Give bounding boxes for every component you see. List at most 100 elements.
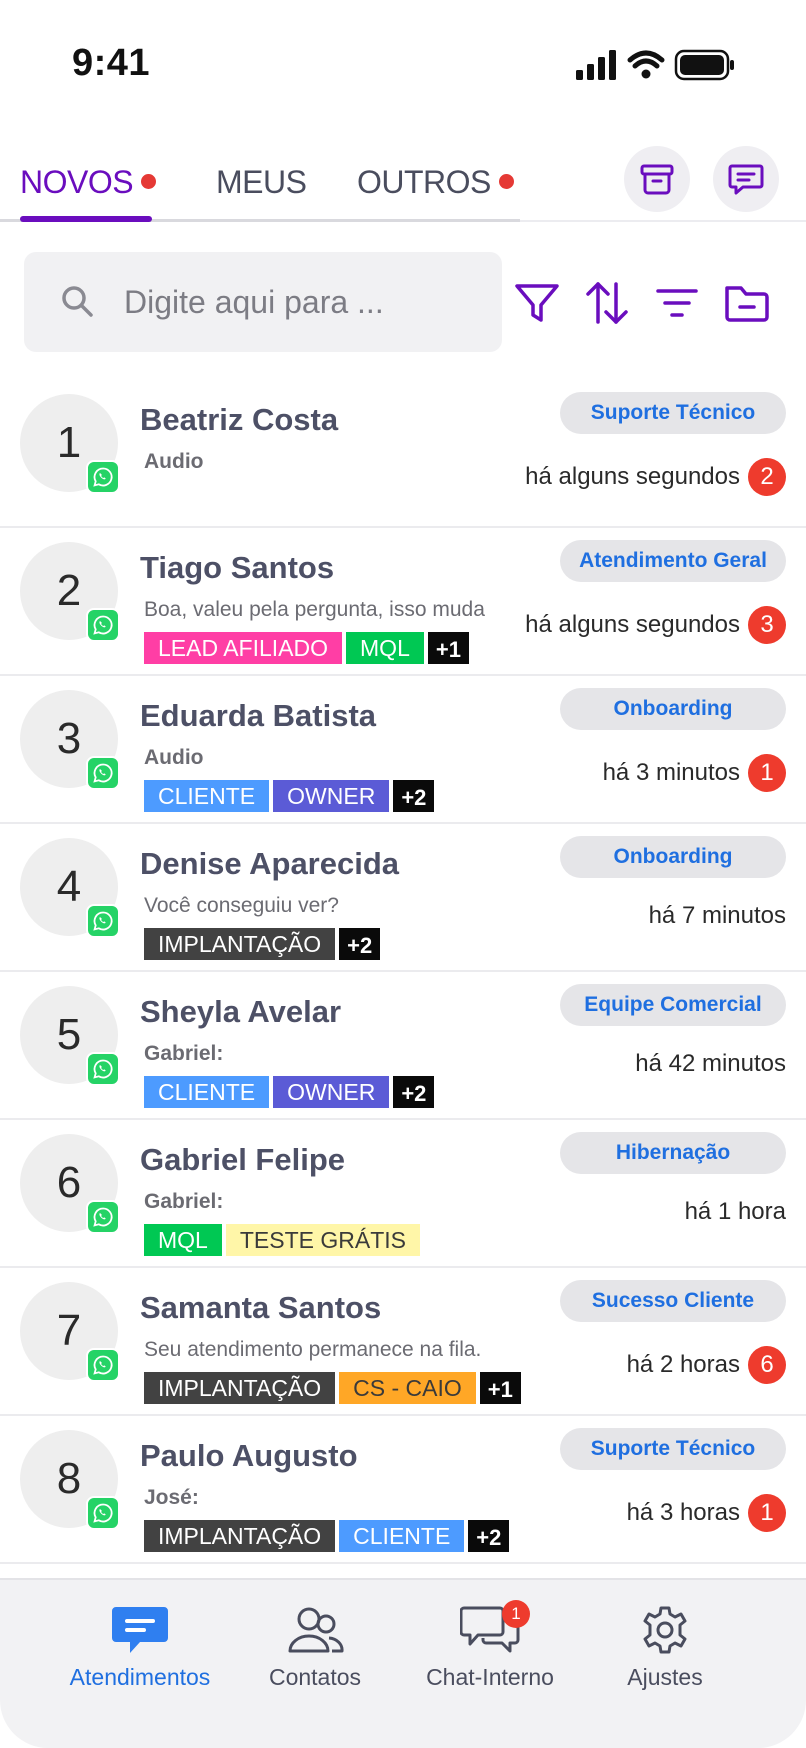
- whatsapp-icon: [93, 763, 113, 783]
- tab-novos-dot: [141, 174, 157, 190]
- conversation-list: 1 Beatriz Costa Audio Suporte Técnico há alg…: [0, 380, 806, 1564]
- nav-atendimentos[interactable]: Atendimentos: [50, 1580, 230, 1710]
- whatsapp-icon: [93, 1059, 113, 1079]
- time-info: há 3 minutos 1: [603, 754, 786, 792]
- message-preview: Gabriel:: [144, 1042, 224, 1065]
- queue-badge: Hibernação: [560, 1132, 786, 1174]
- last-message-time: há alguns segundos: [525, 611, 740, 638]
- nav-ajustes[interactable]: Ajustes: [575, 1580, 755, 1710]
- message-preview: Audio: [144, 450, 204, 473]
- status-indicators-icon: [576, 49, 734, 81]
- contact-tag: IMPLANTAÇÃO: [144, 1520, 336, 1552]
- list-filter-icon[interactable]: [652, 278, 702, 328]
- contacts-icon: [288, 1607, 344, 1653]
- conversation-row[interactable]: 2 Tiago Santos Boa, valeu pela pergunta, i…: [0, 528, 806, 676]
- filter-icon[interactable]: [512, 278, 562, 328]
- search-input[interactable]: [124, 274, 484, 330]
- tag-list: LEAD AFILIADO MQL +1: [144, 632, 469, 666]
- contact-name: Denise Aparecida: [140, 846, 400, 881]
- time-info: há 1 hora: [685, 1198, 786, 1226]
- conversation-row[interactable]: 8 Paulo Augusto José: IMPLANTAÇÃO CLIENTE +2 S…: [0, 1416, 806, 1564]
- last-message-time: há 3 horas: [626, 1499, 740, 1526]
- contact-tag: OWNER: [273, 1076, 390, 1108]
- whatsapp-channel-badge: [86, 1348, 120, 1382]
- contact-name: Samanta Santos: [140, 1290, 382, 1325]
- whatsapp-channel-badge: [86, 756, 120, 790]
- message-preview: Gabriel:: [144, 1190, 224, 1213]
- nav-chat-interno[interactable]: 1 Chat-Interno: [400, 1580, 580, 1710]
- tab-outros[interactable]: OUTROS: [357, 164, 514, 201]
- contact-name: Eduarda Batista: [140, 698, 377, 733]
- nav-ajustes-label: Ajustes: [627, 1664, 703, 1690]
- status-time: 9:41: [72, 42, 151, 84]
- time-info: há alguns segundos 3: [525, 606, 786, 644]
- whatsapp-icon: [93, 1503, 113, 1523]
- messages-button[interactable]: [713, 146, 779, 212]
- archive-button[interactable]: [624, 146, 690, 212]
- time-info: há 3 horas 1: [627, 1494, 786, 1532]
- contact-name: Gabriel Felipe: [140, 1142, 346, 1177]
- conversation-row[interactable]: 1 Beatriz Costa Audio Suporte Técnico há alg…: [0, 380, 806, 528]
- archive-icon: [640, 164, 674, 195]
- header-divider: [520, 220, 806, 222]
- last-message-time: há 2 horas: [626, 1351, 740, 1378]
- whatsapp-icon: [93, 1355, 113, 1375]
- conversation-row[interactable]: 5 Sheyla Avelar Gabriel: CLIENTE OWNER +2 Equi…: [0, 972, 806, 1120]
- time-info: há alguns segundos 2: [525, 458, 786, 496]
- queue-badge: Suporte Técnico: [560, 392, 786, 434]
- contact-tag: MQL: [346, 632, 424, 664]
- whatsapp-channel-badge: [86, 1200, 120, 1234]
- unread-count-badge: 6: [748, 1346, 786, 1384]
- nav-contatos[interactable]: Contatos: [225, 1580, 405, 1710]
- time-info: há 42 minutos: [635, 1050, 786, 1078]
- queue-badge: Onboarding: [560, 836, 786, 878]
- tag-list: MQL TESTE GRÁTIS: [144, 1224, 420, 1258]
- conversation-row[interactable]: 7 Samanta Santos Seu atendimento permanece…: [0, 1268, 806, 1416]
- conversation-row[interactable]: 6 Gabriel Felipe Gabriel: MQL TESTE GRÁTIS Hi…: [0, 1120, 806, 1268]
- search-box: [24, 252, 502, 352]
- tag-list: CLIENTE OWNER +2: [144, 780, 435, 814]
- tab-meus[interactable]: MEUS: [216, 164, 307, 201]
- queue-badge: Atendimento Geral: [560, 540, 786, 582]
- avatar: 3: [20, 690, 120, 790]
- more-tags-badge: +2: [468, 1520, 510, 1552]
- whatsapp-icon: [93, 467, 113, 487]
- sort-icon[interactable]: [582, 278, 632, 328]
- avatar: 6: [20, 1134, 120, 1234]
- bottom-navigation: Atendimentos Contatos 1 Chat-Interno Aju…: [0, 1578, 806, 1748]
- contact-tag: MQL: [144, 1224, 222, 1256]
- more-tags-badge: +1: [427, 632, 469, 664]
- more-tags-badge: +2: [393, 780, 435, 812]
- tag-list: IMPLANTAÇÃO +2: [144, 928, 381, 962]
- status-bar: 9:41: [0, 0, 806, 130]
- contact-tag: LEAD AFILIADO: [144, 632, 343, 664]
- unread-count-badge: 1: [748, 754, 786, 792]
- contact-tag: CLIENTE: [144, 1076, 270, 1108]
- queue-badge: Sucesso Cliente: [560, 1280, 786, 1322]
- tag-list: CLIENTE OWNER +2: [144, 1076, 435, 1110]
- whatsapp-channel-badge: [86, 904, 120, 938]
- contact-tag: CLIENTE: [339, 1520, 465, 1552]
- contact-name: Beatriz Costa: [140, 402, 339, 437]
- contact-tag: IMPLANTAÇÃO: [144, 1372, 336, 1404]
- folder-icon[interactable]: [722, 278, 772, 328]
- contact-tag: IMPLANTAÇÃO: [144, 928, 336, 960]
- chat-lines-icon: [112, 1607, 168, 1653]
- message-preview: Audio: [144, 746, 204, 769]
- avatar: 5: [20, 986, 120, 1086]
- settings-icon: [643, 1606, 687, 1654]
- conversation-row[interactable]: 3 Eduarda Batista Audio CLIENTE OWNER +2 Onboa…: [0, 676, 806, 824]
- contact-name: Sheyla Avelar: [140, 994, 342, 1029]
- queue-badge: Equipe Comercial: [560, 984, 786, 1026]
- search-icon: [62, 286, 93, 317]
- avatar: 2: [20, 542, 120, 642]
- more-tags-badge: +1: [479, 1372, 521, 1404]
- queue-badge: Suporte Técnico: [560, 1428, 786, 1470]
- last-message-time: há 3 minutos: [602, 759, 740, 786]
- conversation-tabs: NOVOS MEUS OUTROS: [0, 150, 520, 222]
- tab-novos[interactable]: NOVOS: [20, 164, 157, 201]
- conversation-row[interactable]: 4 Denise Aparecida Você conseguiu ver? IMPL…: [0, 824, 806, 972]
- time-info: há 7 minutos: [649, 902, 786, 930]
- chat-bubble-icon: [728, 164, 764, 195]
- contact-tag: CLIENTE: [144, 780, 270, 812]
